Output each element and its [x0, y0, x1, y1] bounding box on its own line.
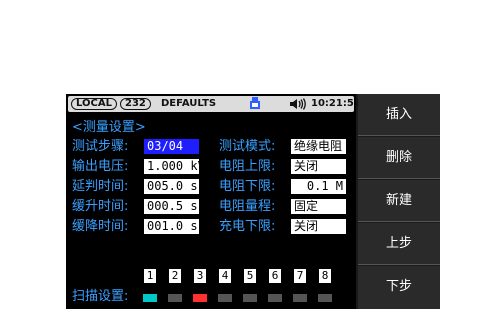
clock-time: 10:21:51 — [311, 98, 361, 109]
ramp-down-time-value[interactable]: 001.0 s — [144, 219, 199, 234]
field-label: 缓降时间: — [72, 219, 129, 234]
page-title: <测量设置> — [72, 120, 146, 135]
scan-channel-indicator[interactable] — [293, 294, 307, 302]
scan-channel-number: 6 — [269, 269, 281, 283]
next-step-button[interactable]: 下步 — [358, 266, 440, 309]
scan-channel-number: 1 — [144, 269, 156, 283]
speaker-icon — [290, 98, 306, 110]
scan-channel-indicator[interactable] — [268, 294, 282, 302]
field-label: 电阻下限: — [219, 179, 276, 194]
resistance-lower-value[interactable]: 0.1 M — [291, 179, 346, 194]
new-button[interactable]: 新建 — [358, 180, 440, 222]
address-badge: 232 — [120, 98, 151, 110]
scan-channel-indicator[interactable] — [318, 294, 332, 302]
resistance-range-value[interactable]: 固定 — [291, 199, 346, 214]
delete-button[interactable]: 删除 — [358, 137, 440, 179]
field-label: 输出电压: — [72, 159, 129, 174]
scan-settings-label: 扫描设置: — [72, 289, 129, 304]
prev-step-button[interactable]: 上步 — [358, 223, 440, 265]
scan-channel-indicator[interactable] — [218, 294, 232, 302]
resistance-upper-value[interactable]: 关闭 — [291, 159, 346, 174]
test-mode-value[interactable]: 绝缘电阻 — [291, 139, 346, 154]
scan-channel-indicator[interactable] — [193, 294, 207, 302]
field-label: 电阻量程: — [219, 199, 276, 214]
scan-channel-number: 2 — [169, 269, 181, 283]
field-label: 延判时间: — [72, 179, 129, 194]
status-bar: LOCAL 232 DEFAULTS 10:21:51 — [68, 96, 361, 112]
scan-channel-indicator[interactable] — [143, 294, 157, 302]
defaults-label: DEFAULTS — [161, 98, 217, 109]
usb-icon — [250, 97, 260, 109]
field-label: 测试模式: — [219, 139, 276, 154]
scan-channel-number: 8 — [319, 269, 331, 283]
local-badge: LOCAL — [71, 98, 117, 110]
scan-channel-number: 4 — [219, 269, 231, 283]
scan-channel-number: 3 — [194, 269, 206, 283]
lcd-screen: LOCAL 232 DEFAULTS 10:21:51 <测量设置> 测试步骤:… — [66, 94, 361, 309]
field-label: 缓升时间: — [72, 199, 129, 214]
instrument-panel: LOCAL 232 DEFAULTS 10:21:51 <测量设置> 测试步骤:… — [66, 94, 440, 309]
field-label: 充电下限: — [219, 219, 276, 234]
charge-lower-value[interactable]: 关闭 — [291, 219, 346, 234]
scan-channel-number: 5 — [244, 269, 256, 283]
softkey-panel: 插入 删除 新建 上步 下步 — [358, 94, 440, 309]
scan-channel-number: 7 — [294, 269, 306, 283]
field-label: 电阻上限: — [219, 159, 276, 174]
delay-time-value[interactable]: 005.0 s — [144, 179, 199, 194]
scan-channel-indicator[interactable] — [168, 294, 182, 302]
output-voltage-value[interactable]: 1.000 kV — [144, 159, 205, 174]
test-step-value[interactable]: 03/04 — [144, 139, 199, 154]
field-label: 测试步骤: — [72, 139, 129, 154]
scan-channel-indicator[interactable] — [243, 294, 257, 302]
ramp-up-time-value[interactable]: 000.5 s — [144, 199, 199, 214]
insert-button[interactable]: 插入 — [358, 94, 440, 136]
